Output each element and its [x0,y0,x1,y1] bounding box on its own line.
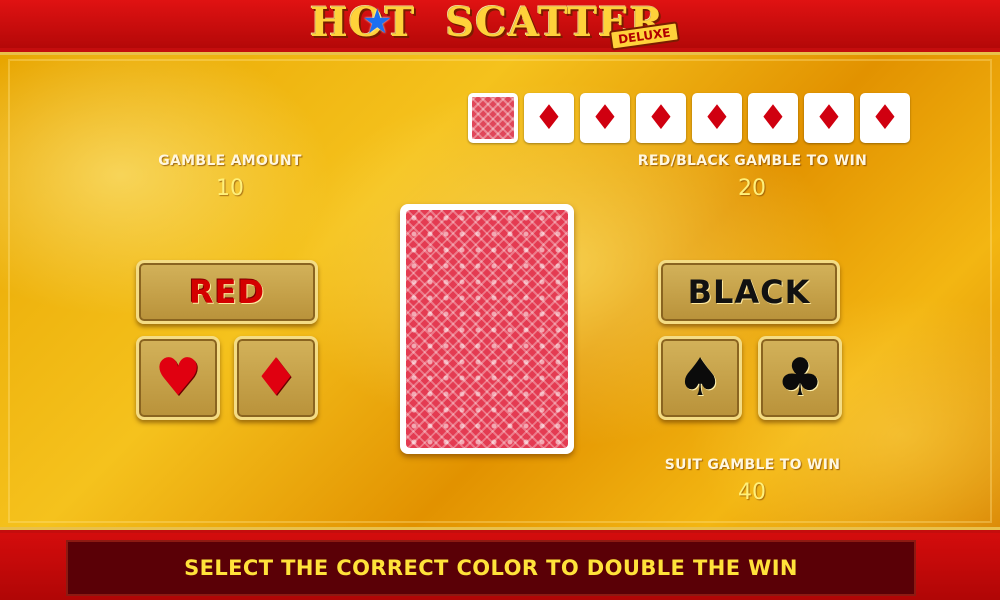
black-button-label: BLACK [687,273,811,311]
history-card-diamond: ♦ [748,93,798,143]
instruction-message: SELECT THE CORRECT COLOR TO DOUBLE THE W… [184,556,798,580]
red-black-gamble-label: RED/BLACK GAMBLE TO WIN [637,153,868,169]
red-black-gamble-value: 20 [738,176,766,201]
history-card-diamond: ♦ [580,93,630,143]
diamonds-button[interactable]: ♦ [234,336,318,420]
diamond-icon: ♦ [645,98,677,138]
suit-gamble-label: SUIT GAMBLE TO WIN [664,457,841,473]
star-icon: ★ [362,2,393,42]
diamond-icon: ♦ [757,98,789,138]
card-history: ♦ ♦ ♦ ♦ ♦ ♦ ♦ [468,93,910,143]
game-logo: HOT SCATTER ★ DELUXE [310,2,680,51]
diamond-icon: ♦ [533,98,565,138]
history-card-diamond: ♦ [804,93,854,143]
hearts-button[interactable]: ♥ [136,336,220,420]
history-card-diamond: ♦ [524,93,574,143]
history-card-diamond: ♦ [860,93,910,143]
diamond-icon: ♦ [701,98,733,138]
black-button[interactable]: BLACK [658,260,840,324]
face-down-card [400,204,574,454]
red-button[interactable]: RED [136,260,318,324]
diamond-icon: ♦ [589,98,621,138]
diamond-icon: ♦ [869,98,901,138]
card-back-pattern [406,210,568,448]
diamond-icon: ♦ [813,98,845,138]
message-box: SELECT THE CORRECT COLOR TO DOUBLE THE W… [66,540,916,596]
gamble-amount-value: 10 [216,176,244,201]
clubs-button[interactable]: ♣ [758,336,842,420]
diamond-icon: ♦ [252,348,300,408]
spade-icon: ♠ [676,348,724,408]
red-button-label: RED [188,273,266,311]
history-card-diamond: ♦ [636,93,686,143]
history-card-diamond: ♦ [692,93,742,143]
suit-gamble-value: 40 [738,480,766,505]
heart-icon: ♥ [154,348,202,408]
history-card-back [468,93,518,143]
gamble-amount-label: GAMBLE AMOUNT [158,153,302,169]
spades-button[interactable]: ♠ [658,336,742,420]
club-icon: ♣ [776,348,824,408]
